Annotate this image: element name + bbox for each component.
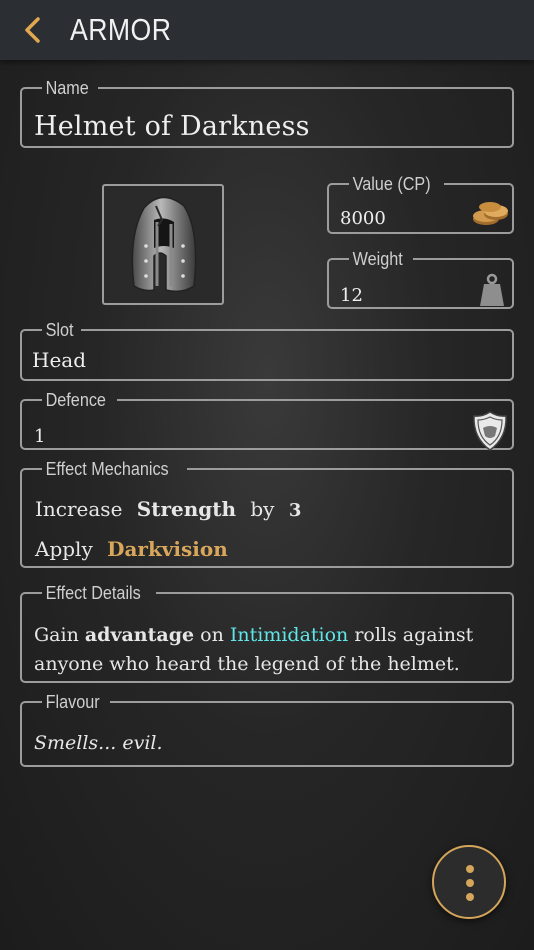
effect-details-label: Effect Details [45, 583, 141, 603]
flavour-text: Smells... evil. [34, 732, 163, 754]
item-portrait[interactable] [102, 184, 224, 305]
value-amount: 8000 [340, 208, 386, 229]
defence-value: 1 [34, 426, 46, 447]
effect-details-text: Gain advantage on Intimidation rolls aga… [34, 621, 504, 679]
weight-label: Weight [352, 249, 403, 269]
mechanics-stat[interactable]: Strength [137, 497, 236, 521]
mechanics-by: by [250, 497, 275, 521]
mechanics-row-increase: Increase Strength by 3 [35, 497, 301, 521]
shield-icon [473, 411, 507, 451]
effect-details-panel[interactable]: Effect Details Gain advantage on Intimid… [20, 583, 514, 683]
chevron-left-icon [25, 17, 40, 43]
defence-label: Defence [45, 390, 106, 410]
value-label: Value (CP) [352, 174, 431, 194]
details-part-3: on [194, 624, 230, 646]
details-keyword-intimidation: Intimidation [229, 624, 349, 646]
more-options-button[interactable] [432, 845, 506, 919]
page-title: ARMOR [70, 12, 172, 47]
helmet-image [131, 196, 197, 293]
mechanics-verb-increase: Increase [35, 497, 123, 521]
mechanics-verb-apply: Apply [35, 537, 93, 561]
details-keyword-advantage: advantage [84, 624, 195, 646]
back-button[interactable] [18, 14, 50, 46]
effect-mechanics-panel: Effect Mechanics Increase Strength by 3 … [20, 459, 514, 568]
name-value: Helmet of Darkness [34, 111, 310, 142]
name-label: Name [45, 78, 89, 98]
value-field[interactable]: Value (CP) 8000 [327, 174, 514, 234]
slot-field[interactable]: Slot Head [20, 320, 514, 381]
weight-field[interactable]: Weight 12 [327, 249, 514, 309]
mechanics-row-apply: Apply Darkvision [35, 537, 228, 561]
more-vertical-icon [434, 847, 504, 917]
defence-field[interactable]: Defence 1 [20, 390, 514, 451]
app-header: ARMOR [0, 0, 534, 60]
name-field[interactable]: Name Helmet of Darkness [20, 78, 514, 148]
weight-amount: 12 [340, 285, 363, 306]
coins-icon [473, 202, 508, 225]
mechanics-condition[interactable]: Darkvision [107, 537, 228, 561]
weight-icon [480, 273, 504, 306]
details-part-1: Gain [34, 624, 85, 646]
effect-mechanics-label: Effect Mechanics [45, 459, 169, 479]
mechanics-amount[interactable]: 3 [289, 500, 302, 521]
slot-label: Slot [45, 320, 74, 340]
flavour-label: Flavour [45, 692, 100, 712]
slot-value: Head [32, 348, 87, 372]
flavour-panel[interactable]: Flavour Smells... evil. [20, 692, 514, 767]
